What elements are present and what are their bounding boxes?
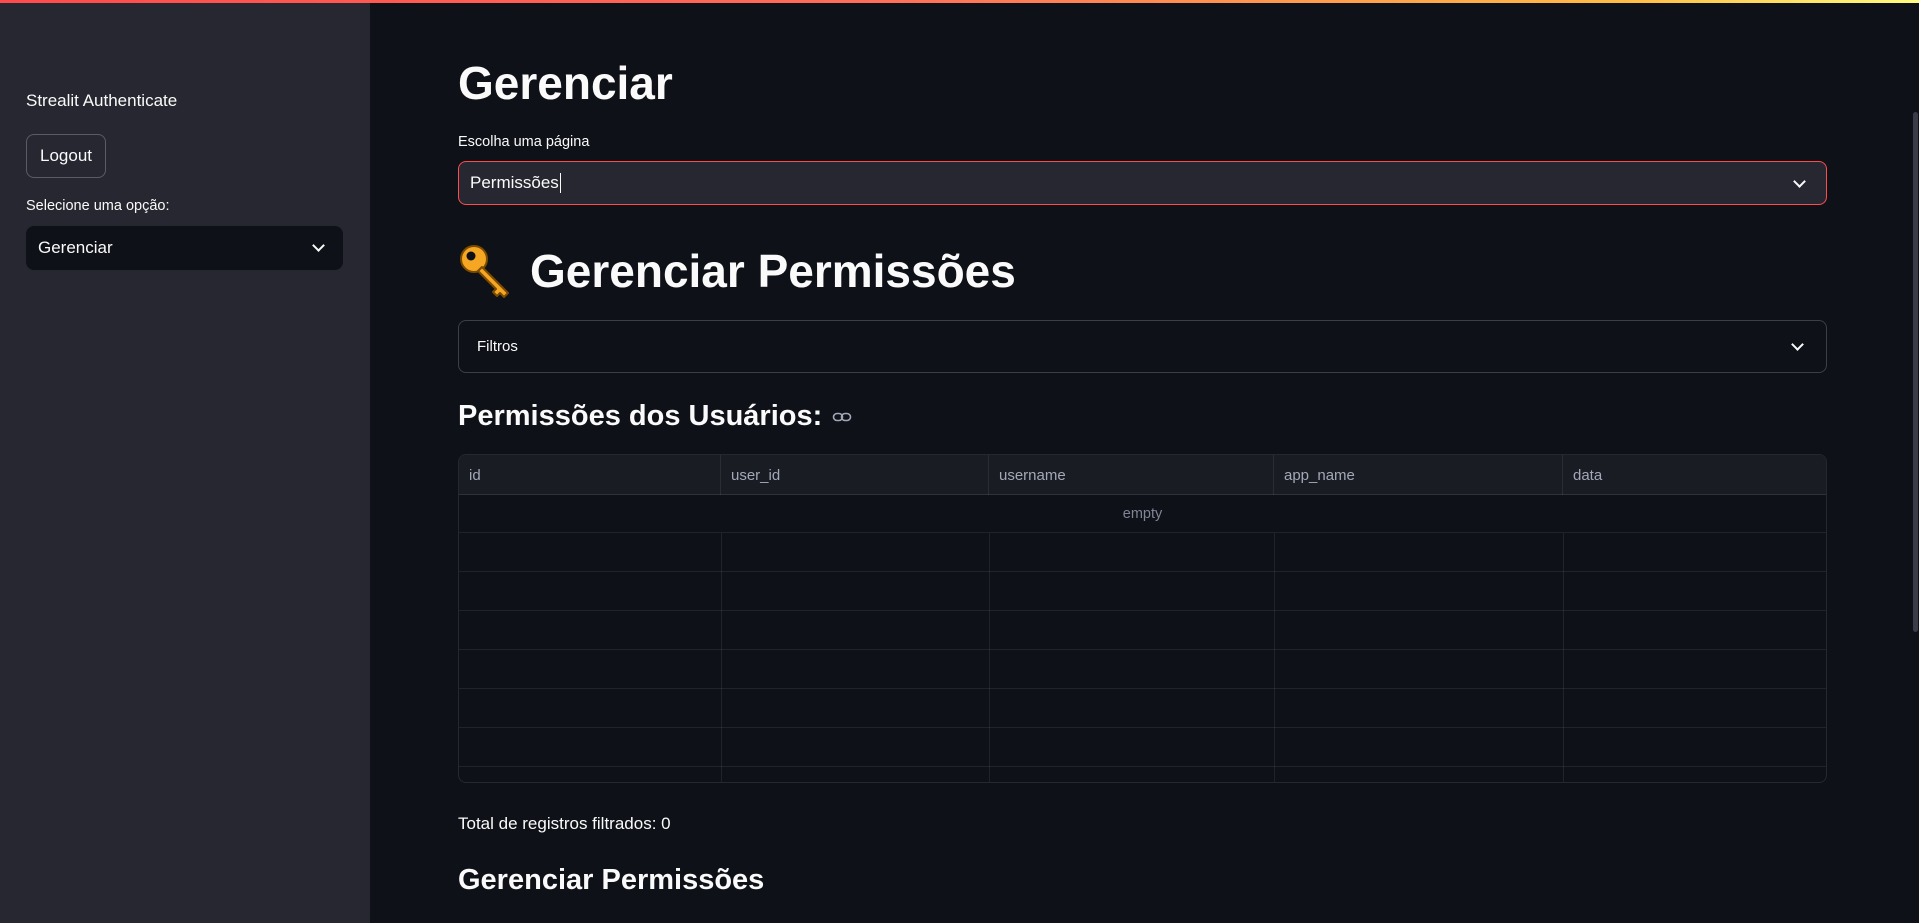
table-title-text: Permissões dos Usuários:: [458, 400, 823, 432]
link-icon[interactable]: [832, 407, 852, 427]
sidebar-select-value: Gerenciar: [38, 238, 113, 257]
page-select-value: Permissões: [470, 173, 559, 192]
table-row: [459, 689, 1826, 728]
total-records-text: Total de registros filtrados: 0: [458, 814, 671, 833]
filters-label: Filtros: [477, 338, 518, 355]
sidebar: Strealit Authenticate Logout Selecione u…: [0, 0, 370, 923]
table-title: Permissões dos Usuários:: [458, 400, 852, 433]
column-divider: [1563, 533, 1564, 782]
column-header-user-id[interactable]: user_id: [721, 455, 989, 495]
main-content: Gerenciar Escolha uma página Permissões …: [370, 0, 1919, 923]
column-divider: [1274, 533, 1275, 782]
section-title-text: Gerenciar Permissões: [530, 245, 1016, 297]
column-header-app-name[interactable]: app_name: [1274, 455, 1563, 495]
table-empty-message: empty: [459, 495, 1826, 533]
text-cursor: [559, 173, 561, 193]
sidebar-title: Strealit Authenticate: [26, 91, 178, 110]
permissions-table[interactable]: id user_id username app_name data empty: [458, 454, 1827, 783]
table-row: [459, 728, 1826, 767]
logout-button[interactable]: Logout: [26, 134, 106, 178]
page-select[interactable]: Permissões: [458, 161, 1827, 205]
chevron-down-icon: [1793, 175, 1806, 188]
column-divider: [989, 533, 990, 782]
page-scrollbar[interactable]: [1913, 112, 1918, 632]
table-row: [459, 650, 1826, 689]
column-divider: [721, 533, 722, 782]
chevron-down-icon: [1791, 338, 1804, 351]
page-select-label: Escolha uma página: [458, 134, 590, 150]
section-title: Gerenciar Permissões: [458, 243, 1016, 299]
sidebar-select-label: Selecione uma opção:: [26, 198, 170, 214]
column-header-username[interactable]: username: [989, 455, 1274, 495]
table-row: [459, 533, 1826, 572]
key-icon: [460, 245, 509, 298]
column-header-data[interactable]: data: [1563, 455, 1826, 495]
table-header: id user_id username app_name data: [459, 455, 1826, 495]
top-decoration-bar: [0, 0, 1919, 3]
manage-permissions-heading: Gerenciar Permissões: [458, 864, 765, 896]
filters-expander[interactable]: Filtros: [458, 320, 1827, 373]
page-title: Gerenciar: [458, 57, 673, 109]
column-header-id[interactable]: id: [459, 455, 721, 495]
chevron-down-icon: [312, 239, 325, 252]
table-row: [459, 611, 1826, 650]
sidebar-option-select[interactable]: Gerenciar: [26, 226, 343, 270]
table-row: [459, 572, 1826, 611]
